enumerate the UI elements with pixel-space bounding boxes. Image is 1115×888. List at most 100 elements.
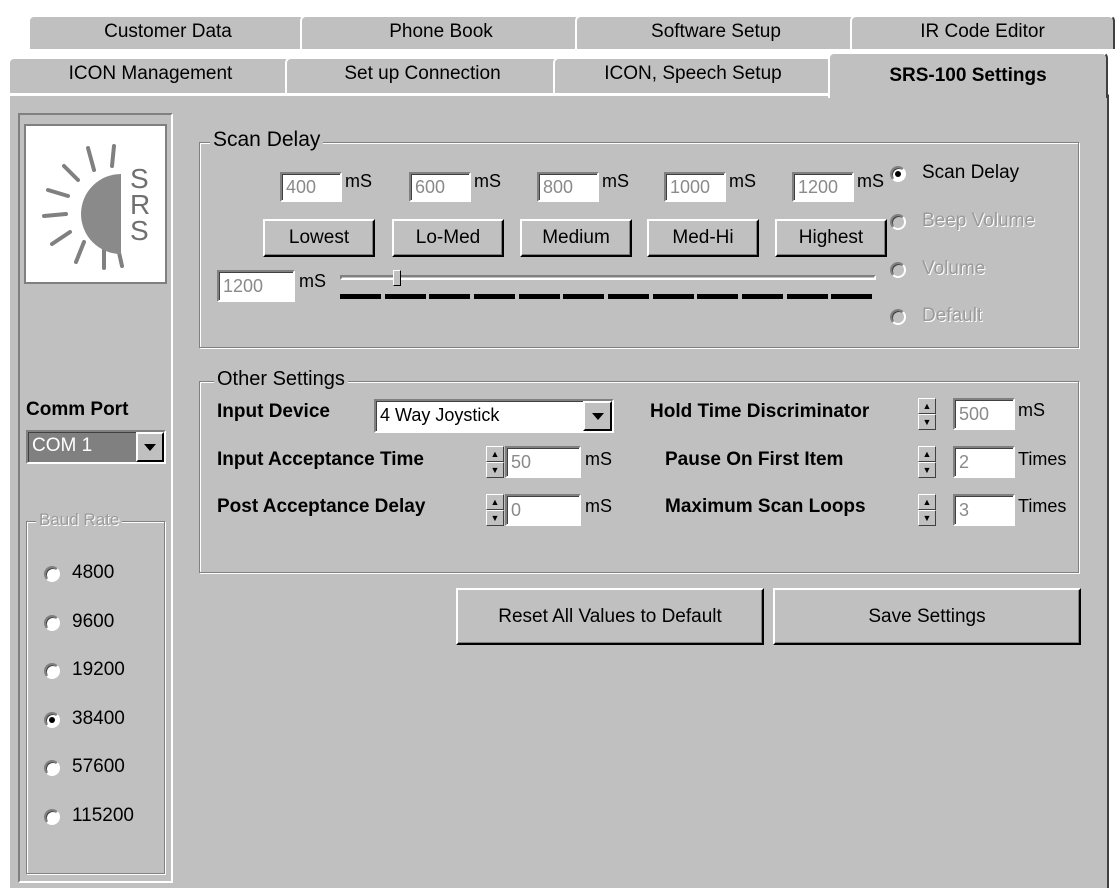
input-acceptance-time-field[interactable]: 50: [505, 446, 581, 478]
scan-delay-current-field[interactable]: 1200: [217, 270, 295, 302]
slider-tick-segment: [429, 294, 470, 299]
maximum-scan-loops-unit: Times: [1018, 496, 1067, 516]
input-acceptance-time-spinner[interactable]: ▲ ▼: [486, 446, 504, 478]
input-acceptance-time-unit: mS: [585, 449, 612, 469]
tab-ir-code-editor[interactable]: IR Code Editor: [850, 15, 1115, 49]
preset-button[interactable]: Lo-Med: [392, 219, 504, 257]
preset-button[interactable]: Lowest: [263, 219, 375, 257]
maximum-scan-loops-spinner[interactable]: ▲ ▼: [918, 494, 936, 526]
baud-rate-label: 115200: [72, 804, 134, 826]
preset-unit: mS: [857, 171, 884, 191]
spin-down-icon[interactable]: ▼: [918, 462, 936, 478]
baud-rate-label: 57600: [72, 756, 125, 777]
baud-rate-radio[interactable]: [44, 663, 60, 679]
baud-rate-radio[interactable]: [44, 711, 60, 728]
preset-unit: mS: [345, 171, 372, 191]
preset-unit: mS: [474, 171, 501, 191]
pause-on-first-item-field[interactable]: 2: [953, 446, 1015, 478]
slider-tick-segment: [653, 294, 694, 299]
post-acceptance-delay-label: Post Acceptance Delay: [217, 496, 426, 517]
hold-time-discriminator-field[interactable]: 500: [953, 398, 1015, 430]
tab-icon-management[interactable]: ICON Management: [8, 57, 293, 93]
scan-delay-title: Scan Delay: [210, 128, 324, 152]
srs-logo: SRS: [24, 124, 167, 284]
scan-mode-radio[interactable]: [890, 214, 906, 230]
baud-rate-label: Baud Rate: [36, 510, 123, 530]
input-device-dropdown-button[interactable]: [583, 401, 612, 431]
scan-mode-radio[interactable]: [890, 309, 906, 325]
spin-down-icon[interactable]: ▼: [918, 510, 936, 526]
preset-value-field[interactable]: 400: [280, 172, 342, 202]
preset-value-field[interactable]: 600: [409, 172, 471, 202]
baud-rate-label: 38400: [72, 707, 125, 729]
tab-customer-data[interactable]: Customer Data: [28, 15, 308, 49]
maximum-scan-loops-label: Maximum Scan Loops: [665, 496, 866, 517]
tab-set-up-connection[interactable]: Set up Connection: [285, 57, 560, 93]
pause-on-first-item-spinner[interactable]: ▲ ▼: [918, 446, 936, 478]
radio-dot: [895, 171, 901, 177]
preset-value-field[interactable]: 1200: [792, 172, 854, 202]
slider-thumb[interactable]: [393, 270, 401, 286]
comm-port-dropdown-button[interactable]: [136, 432, 164, 462]
chevron-down-icon: [144, 443, 156, 451]
baud-rate-radio[interactable]: [44, 614, 60, 631]
baud-rate-radio[interactable]: [44, 808, 60, 825]
tab-software-setup[interactable]: Software Setup: [575, 15, 857, 49]
reset-defaults-button[interactable]: Reset All Values to Default: [456, 588, 764, 645]
srs-logo-text: SRS: [130, 163, 151, 246]
preset-value-field[interactable]: 1000: [664, 172, 726, 202]
slider-tick-segment: [742, 294, 783, 299]
scan-mode-radio[interactable]: [890, 262, 906, 278]
input-device-label: Input Device: [217, 401, 330, 422]
baud-rate-label: 9600: [72, 610, 115, 632]
slider-tick-segment: [563, 294, 604, 299]
scan-mode-label: Beep Volume: [922, 210, 1036, 231]
maximum-scan-loops-field[interactable]: 3: [953, 494, 1015, 526]
scan-mode-label: Volume: [922, 258, 986, 279]
other-settings-title: Other Settings: [214, 368, 348, 391]
post-acceptance-delay-unit: mS: [585, 496, 612, 516]
slider-tick-segment: [519, 294, 560, 299]
tab-srs-100-settings[interactable]: SRS-100 Settings: [828, 52, 1108, 98]
spin-up-icon[interactable]: ▲: [918, 446, 936, 462]
spin-down-icon[interactable]: ▼: [486, 462, 504, 478]
scan-mode-radio[interactable]: [890, 166, 906, 182]
slider-track: [340, 275, 876, 280]
preset-button[interactable]: Medium: [520, 219, 632, 257]
preset-unit: mS: [729, 171, 756, 191]
spin-up-icon[interactable]: ▲: [918, 494, 936, 510]
hold-time-discriminator-label: Hold Time Discriminator: [650, 401, 870, 422]
slider-tick-segment: [787, 294, 828, 299]
preset-button[interactable]: Med-Hi: [647, 219, 759, 257]
other-settings-group: [199, 381, 1079, 573]
post-acceptance-delay-field[interactable]: 0: [505, 494, 581, 526]
spin-up-icon[interactable]: ▲: [486, 446, 504, 462]
chevron-down-icon: [591, 412, 604, 420]
slider-tick-segment: [340, 294, 381, 299]
baud-rate-label: 4800: [72, 562, 115, 583]
slider-tick-segment: [608, 294, 649, 299]
baud-rate-radio[interactable]: [44, 566, 60, 582]
hold-time-discriminator-spinner[interactable]: ▲ ▼: [918, 398, 936, 430]
tab-phone-book[interactable]: Phone Book: [300, 15, 582, 49]
baud-rate-radio[interactable]: [44, 760, 60, 776]
scan-mode-label: Default: [922, 305, 983, 326]
input-device-select[interactable]: 4 Way Joystick: [374, 399, 614, 433]
tab-icon-speech-setup[interactable]: ICON, Speech Setup: [553, 57, 833, 93]
preset-button[interactable]: Highest: [775, 219, 887, 257]
spin-down-icon[interactable]: ▼: [918, 414, 936, 430]
scan-mode-label: Scan Delay: [922, 162, 1020, 183]
slider-tick-segment: [474, 294, 515, 299]
spin-down-icon[interactable]: ▼: [486, 510, 504, 526]
scan-delay-slider[interactable]: [340, 270, 876, 306]
pause-on-first-item-label: Pause On First Item: [665, 449, 844, 470]
pause-on-first-item-unit: Times: [1018, 449, 1067, 469]
spin-up-icon[interactable]: ▲: [918, 398, 936, 414]
preset-unit: mS: [602, 171, 629, 191]
post-acceptance-delay-spinner[interactable]: ▲ ▼: [486, 494, 504, 526]
save-settings-button[interactable]: Save Settings: [773, 588, 1081, 645]
comm-port-value: COM 1: [32, 435, 93, 456]
preset-value-field[interactable]: 800: [537, 172, 599, 202]
spin-up-icon[interactable]: ▲: [486, 494, 504, 510]
input-acceptance-time-label: Input Acceptance Time: [217, 449, 424, 470]
